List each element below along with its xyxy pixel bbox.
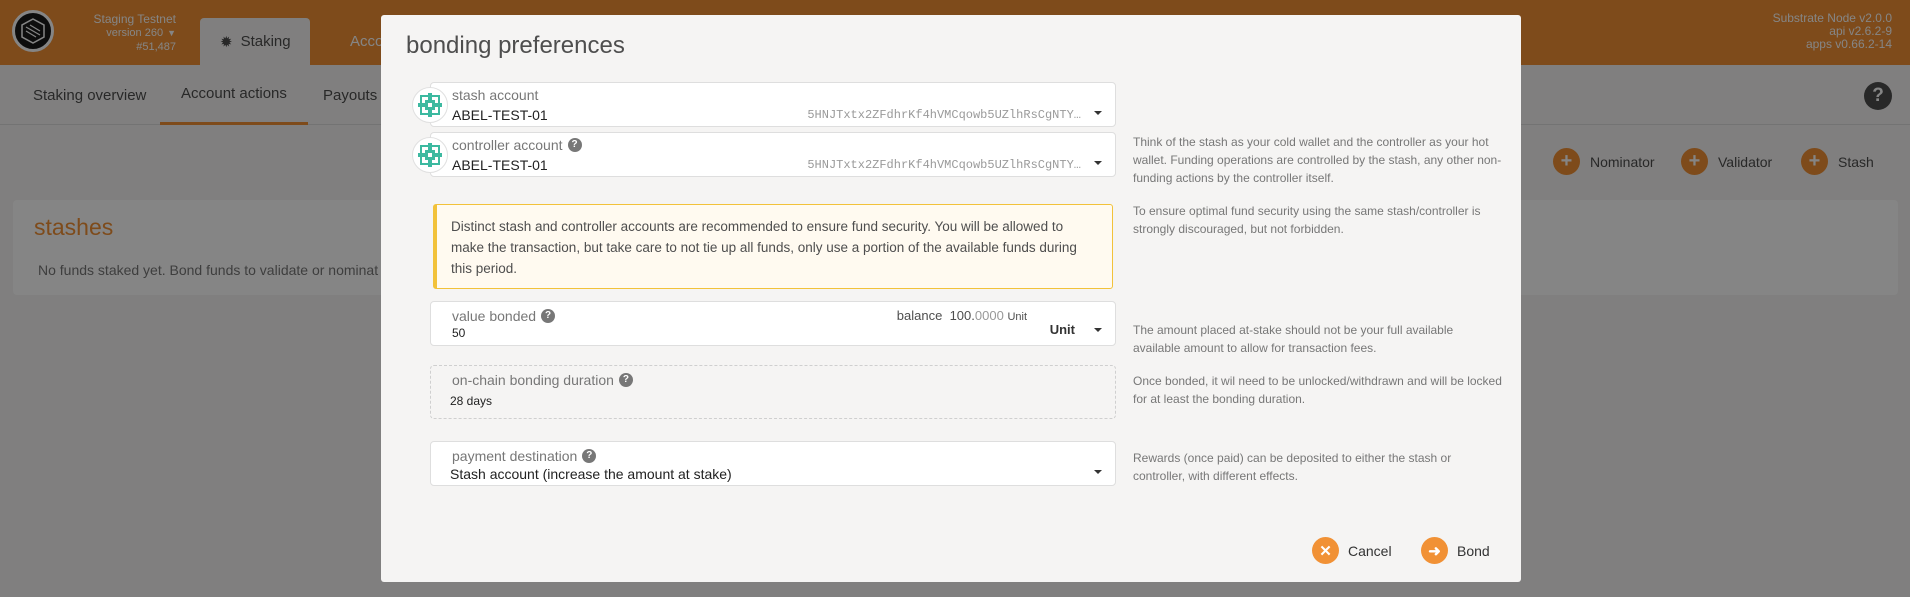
value-bonded-value: 50 — [452, 326, 466, 340]
help-rewards: Rewards (once paid) can be deposited to … — [1133, 451, 1452, 483]
controller-account-value: ABEL-TEST-01 — [452, 157, 548, 173]
help-amount: The amount placed at-stake should not be… — [1133, 323, 1454, 355]
stash-account-label: stash account — [452, 87, 539, 103]
bonding-modal: bonding preferences stash account ABEL-T… — [381, 15, 1521, 582]
help-duration: Once bonded, it wil need to be unlocked/… — [1133, 374, 1502, 406]
controller-identicon-icon — [412, 137, 448, 173]
chevron-down-icon — [1094, 161, 1102, 165]
cancel-label: Cancel — [1348, 542, 1392, 559]
close-icon: ✕ — [1312, 537, 1339, 564]
balance-integer: 100. — [949, 308, 975, 323]
value-bonded-label: value bonded — [452, 308, 537, 324]
question-mark-icon[interactable]: ? — [567, 138, 582, 152]
warning-message: Distinct stash and controller accounts a… — [433, 204, 1113, 289]
modal-title: bonding preferences — [406, 32, 625, 59]
bonding-duration-value: 28 days — [450, 394, 493, 408]
balance-unit: Unit — [1007, 311, 1027, 323]
question-mark-icon[interactable]: ? — [582, 449, 597, 463]
payment-destination-value: Stash account (increase the amount at st… — [450, 466, 732, 482]
stash-identicon-icon — [412, 87, 448, 123]
chevron-down-icon — [1094, 328, 1102, 332]
chevron-down-icon — [1094, 470, 1102, 474]
balance-label: balance — [896, 308, 943, 323]
question-mark-icon[interactable]: ? — [541, 309, 556, 323]
controller-account-label: controller account — [452, 137, 563, 153]
sign-in-icon: ➜ — [1421, 537, 1448, 564]
bonding-duration-label: on-chain bonding duration — [452, 372, 614, 388]
payment-destination-select[interactable]: payment destination? Stash account (incr… — [430, 441, 1116, 486]
chevron-down-icon — [1094, 111, 1102, 115]
bond-label: Bond — [1457, 542, 1490, 559]
balance-display: balance 100.0000 Unit — [897, 308, 1027, 323]
bond-button[interactable]: ➜ Bond — [1421, 537, 1490, 564]
question-mark-icon[interactable]: ? — [618, 373, 633, 387]
controller-account-address: 5HNJTxtx2ZFdhrKf4hVMCqowb5UZlhRsCgNTY… — [807, 158, 1081, 172]
help-security: To ensure optimal fund security using th… — [1133, 204, 1481, 236]
cancel-button[interactable]: ✕ Cancel — [1312, 537, 1392, 564]
balance-decimal: 0000 — [974, 308, 1004, 323]
payment-destination-label: payment destination — [452, 448, 578, 464]
unit-select[interactable]: Unit — [1050, 322, 1075, 337]
stash-account-value: ABEL-TEST-01 — [452, 107, 548, 123]
bonding-duration-field: on-chain bonding duration? 28 days — [430, 365, 1116, 419]
stash-account-select[interactable]: stash account ABEL-TEST-01 5HNJTxtx2ZFdh… — [430, 82, 1116, 127]
value-bonded-input[interactable]: value bonded? 50 balance 100.0000 Unit U… — [430, 301, 1116, 346]
stash-account-address: 5HNJTxtx2ZFdhrKf4hVMCqowb5UZlhRsCgNTY… — [807, 108, 1081, 122]
help-accounts: Think of the stash as your cold wallet a… — [1133, 135, 1502, 185]
controller-account-select[interactable]: controller account? ABEL-TEST-01 5HNJTxt… — [430, 132, 1116, 177]
